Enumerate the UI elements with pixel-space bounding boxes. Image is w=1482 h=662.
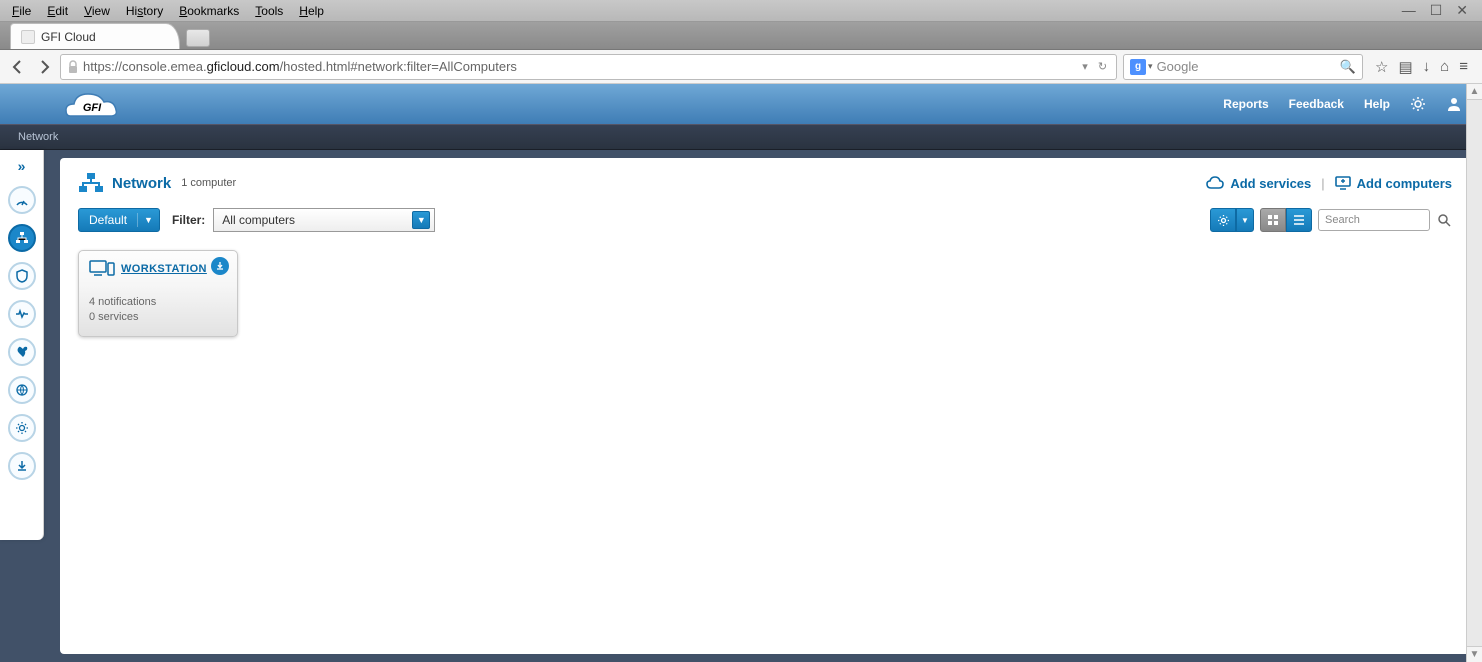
svg-text:GFI: GFI	[83, 102, 102, 114]
scroll-up-icon[interactable]: ▲	[1467, 84, 1482, 100]
view-toggle-group	[1260, 208, 1312, 232]
url-text: https://console.emea.gficloud.com/hosted…	[83, 59, 1075, 74]
header-right-links: Reports Feedback Help	[1223, 96, 1462, 112]
reload-icon[interactable]: ↻	[1095, 59, 1110, 74]
google-icon: g	[1130, 59, 1146, 75]
rail-shield-icon[interactable]	[8, 262, 36, 290]
toolbar-row: Default ▼ Filter: All computers ▼ ▼	[60, 202, 1470, 246]
main-wrap: »	[0, 150, 1482, 662]
reports-link[interactable]: Reports	[1223, 97, 1268, 111]
rail-settings-icon[interactable]	[8, 414, 36, 442]
content-header: Network 1 computer Add services | Add co…	[60, 158, 1470, 202]
breadcrumb-bar: Network	[0, 124, 1482, 150]
rail-network-icon[interactable]	[8, 224, 36, 252]
monitor-plus-icon	[1335, 176, 1351, 190]
chevron-down-icon: ▼	[412, 211, 430, 229]
device-name-link[interactable]: WORKSTATION	[121, 263, 207, 275]
menu-history[interactable]: History	[118, 2, 171, 20]
magnify-icon: 🔍	[1340, 59, 1356, 75]
rail-web-icon[interactable]	[8, 376, 36, 404]
menu-help[interactable]: Help	[291, 2, 332, 20]
workstation-icon	[89, 259, 115, 279]
feedback-link[interactable]: Feedback	[1289, 97, 1344, 111]
url-bar[interactable]: https://console.emea.gficloud.com/hosted…	[60, 54, 1117, 80]
add-computers-button[interactable]: Add computers	[1335, 176, 1452, 191]
default-view-button[interactable]: Default ▼	[78, 208, 160, 232]
search-placeholder: Google	[1157, 59, 1199, 74]
maximize-icon[interactable]: ☐	[1430, 2, 1443, 19]
rail-dashboard-icon[interactable]	[8, 186, 36, 214]
gfi-logo: GFI	[64, 88, 120, 124]
expand-rail-button[interactable]: »	[8, 156, 36, 176]
separator: |	[1321, 176, 1324, 191]
browser-search[interactable]: g ▾ Google 🔍	[1123, 54, 1363, 80]
menu-bookmarks[interactable]: Bookmarks	[171, 2, 247, 20]
bookmark-star-icon[interactable]: ☆	[1375, 58, 1388, 76]
device-notifications: 4 notifications	[89, 295, 227, 310]
download-arrow-icon[interactable]: ↓	[1423, 58, 1431, 76]
download-badge-icon[interactable]	[211, 257, 229, 275]
minimize-icon[interactable]: —	[1402, 2, 1416, 19]
breadcrumb: Network	[18, 131, 58, 143]
gear-icon[interactable]	[1410, 96, 1426, 112]
list-view-button[interactable]	[1286, 208, 1312, 232]
rail-monitor-icon[interactable]	[8, 300, 36, 328]
gear-button[interactable]	[1210, 208, 1236, 232]
device-services: 0 services	[89, 310, 227, 325]
forward-button[interactable]	[34, 57, 54, 77]
browser-toolbar-icons: ☆ ▤ ↓ ⌂ ≡	[1369, 58, 1474, 76]
scrollbar[interactable]: ▲ ▼	[1466, 84, 1482, 662]
nav-toolbar: https://console.emea.gficloud.com/hosted…	[0, 50, 1482, 84]
filter-label: Filter:	[172, 213, 205, 227]
settings-button-group: ▼	[1210, 208, 1254, 232]
menu-edit[interactable]: Edit	[39, 2, 76, 20]
user-icon[interactable]	[1446, 96, 1462, 112]
window-controls: — ☐ ✕	[1402, 2, 1478, 19]
page-title: Network	[112, 175, 171, 192]
home-icon[interactable]: ⌂	[1440, 58, 1449, 76]
search-input[interactable]: Search	[1318, 209, 1430, 231]
header-actions: Add services | Add computers	[1206, 176, 1452, 191]
tab-strip: GFI Cloud	[0, 22, 1482, 50]
filter-value: All computers	[222, 213, 295, 227]
toolbar-right: ▼ Search	[1210, 208, 1452, 232]
add-services-button[interactable]: Add services	[1206, 176, 1311, 191]
device-grid: WORKSTATION 4 notifications 0 services	[60, 246, 1470, 341]
clipboard-icon[interactable]: ▤	[1398, 58, 1412, 76]
content-panel: Network 1 computer Add services | Add co…	[60, 158, 1470, 654]
rail-download-icon[interactable]	[8, 452, 36, 480]
menu-tools[interactable]: Tools	[247, 2, 291, 20]
gear-dropdown[interactable]: ▼	[1236, 208, 1254, 232]
filter-select[interactable]: All computers ▼	[213, 208, 435, 232]
chevron-down-icon: ▼	[138, 215, 159, 225]
hamburger-icon[interactable]: ≡	[1459, 58, 1468, 76]
os-menubar: File Edit View History Bookmarks Tools H…	[0, 0, 1482, 22]
new-tab-button[interactable]	[186, 29, 210, 47]
network-icon	[78, 172, 104, 194]
back-button[interactable]	[8, 57, 28, 77]
close-icon[interactable]: ✕	[1456, 2, 1468, 19]
app-header: GFI Reports Feedback Help	[0, 84, 1482, 124]
device-meta: 4 notifications 0 services	[89, 295, 227, 326]
left-rail: »	[0, 150, 44, 540]
scroll-down-icon[interactable]: ▼	[1467, 646, 1482, 662]
computer-count: 1 computer	[181, 177, 236, 189]
chevron-down-icon: ▾	[1148, 61, 1153, 72]
device-card[interactable]: WORKSTATION 4 notifications 0 services	[78, 250, 238, 337]
dropdown-icon[interactable]: ▾	[1079, 59, 1091, 74]
help-link[interactable]: Help	[1364, 97, 1390, 111]
favicon-icon	[21, 30, 35, 44]
menu-file[interactable]: File	[4, 2, 39, 20]
browser-tab-active[interactable]: GFI Cloud	[10, 23, 180, 49]
cloud-plus-icon	[1206, 176, 1224, 190]
search-button[interactable]	[1436, 212, 1452, 228]
grid-view-button[interactable]	[1260, 208, 1286, 232]
menu-view[interactable]: View	[76, 2, 118, 20]
tab-title: GFI Cloud	[41, 30, 96, 44]
rail-patch-icon[interactable]	[8, 338, 36, 366]
lock-icon	[67, 60, 79, 74]
